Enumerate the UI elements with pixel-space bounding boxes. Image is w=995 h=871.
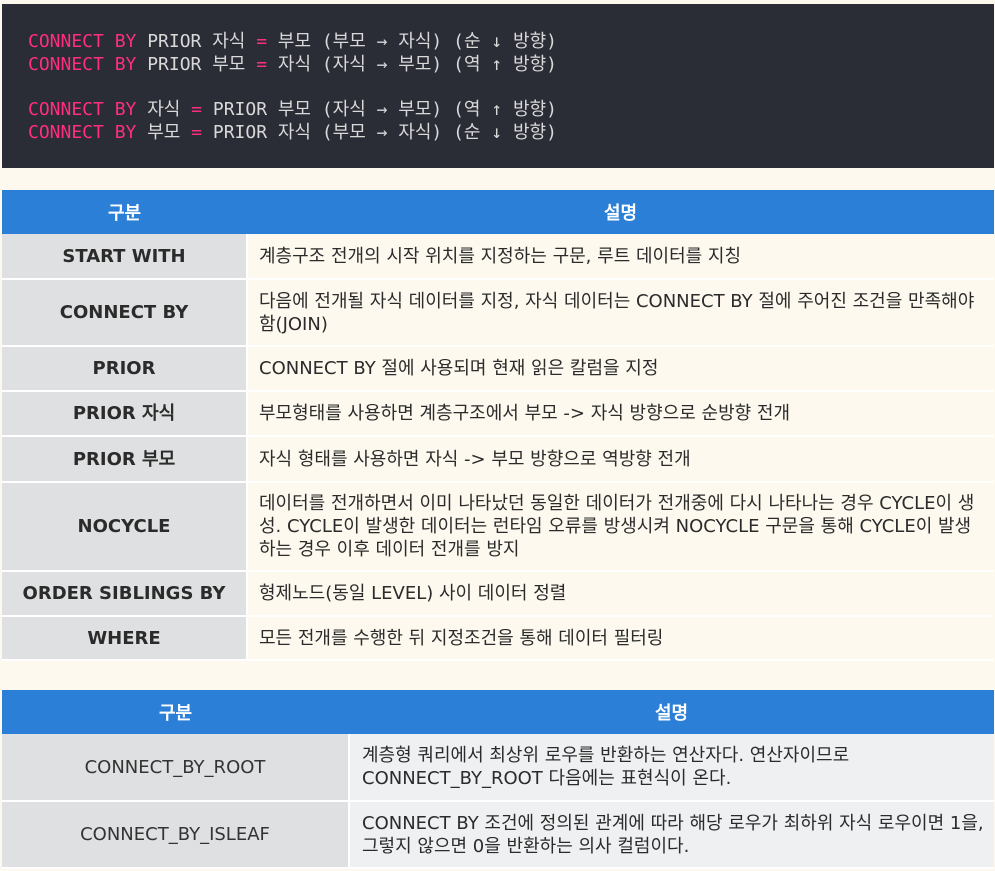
row-description: 부모형태를 사용하면 계층구조에서 부모 -> 자식 방향으로 순방향 전개 <box>247 391 994 437</box>
code-line-4: CONNECT BY 부모 = PRIOR 자식 (부모 → 자식) (순 ↓ … <box>28 121 994 144</box>
code-token: = <box>256 31 268 52</box>
column-header-category: 구분 <box>2 690 349 734</box>
pseudo-column-table: 구분 설명 CONNECT_BY_ROOT 계층형 쿼리에서 최상위 로우를 반… <box>2 690 994 869</box>
row-key: CONNECT_BY_ISLEAF <box>2 801 350 869</box>
code-token: PRIOR 자식 <box>136 31 257 52</box>
row-key: WHERE <box>2 616 248 661</box>
table-row: CONNECT_BY_ISLEAF CONNECT BY 조건에 정의된 관계에… <box>2 801 994 869</box>
row-key: ORDER SIBLINGS BY <box>2 571 248 617</box>
row-description: 계층구조 전개의 시작 위치를 지정하는 구문, 루트 데이터를 지칭 <box>247 234 994 280</box>
row-key: NOCYCLE <box>2 482 248 572</box>
row-description: 모든 전개를 수행한 뒤 지정조건을 통해 데이터 필터링 <box>247 616 994 661</box>
row-description: CONNECT BY 조건에 정의된 관계에 따라 해당 로우가 최하위 자식 … <box>349 801 994 869</box>
code-block: CONNECT BY PRIOR 자식 = 부모 (부모 → 자식) (순 ↓ … <box>2 4 994 168</box>
code-token: = <box>191 122 203 143</box>
column-header-description: 설명 <box>247 190 994 234</box>
code-token: CONNECT BY <box>28 54 137 75</box>
row-description: 다음에 전개될 자식 데이터를 지정, 자식 데이터는 CONNECT BY 절… <box>247 279 994 347</box>
code-token: 부모 (부모 → 자식) (순 ↓ 방향) <box>267 31 557 52</box>
code-token: 자식 <box>136 99 192 120</box>
code-token: 부모 <box>136 122 192 143</box>
table-row: WHERE 모든 전개를 수행한 뒤 지정조건을 통해 데이터 필터링 <box>2 616 994 661</box>
table-row: CONNECT_BY_ROOT 계층형 쿼리에서 최상위 로우를 반환하는 연산… <box>2 734 994 802</box>
row-description: 계층형 쿼리에서 최상위 로우를 반환하는 연산자다. 연산자이므로 CONNE… <box>349 734 994 802</box>
code-token: CONNECT BY <box>28 31 137 52</box>
code-line-3: CONNECT BY 자식 = PRIOR 부모 (자식 → 부모) (역 ↑ … <box>28 98 994 121</box>
row-key: PRIOR <box>2 346 248 392</box>
code-token: PRIOR 자식 (부모 → 자식) (순 ↓ 방향) <box>202 122 557 143</box>
table-row: PRIOR 부모 자식 형태를 사용하면 자식 -> 부모 방향으로 역방향 전… <box>2 436 994 483</box>
row-description: CONNECT BY 절에 사용되며 현재 읽은 칼럼을 지정 <box>247 346 994 392</box>
table-row: START WITH 계층구조 전개의 시작 위치를 지정하는 구문, 루트 데… <box>2 234 994 280</box>
code-gap <box>28 76 994 98</box>
code-token: PRIOR 부모 (자식 → 부모) (역 ↑ 방향) <box>202 99 557 120</box>
code-token: CONNECT BY <box>28 122 137 143</box>
code-token: = <box>256 54 268 75</box>
table-row: CONNECT BY 다음에 전개될 자식 데이터를 지정, 자식 데이터는 C… <box>2 279 994 347</box>
code-line-1: CONNECT BY PRIOR 자식 = 부모 (부모 → 자식) (순 ↓ … <box>28 30 994 53</box>
table-header-row: 구분 설명 <box>2 690 994 734</box>
code-line-2: CONNECT BY PRIOR 부모 = 자식 (자식 → 부모) (역 ↑ … <box>28 53 994 76</box>
row-key: PRIOR 부모 <box>2 436 248 483</box>
table-row: NOCYCLE 데이터를 전개하면서 이미 나타났던 동일한 데이터가 전개중에… <box>2 482 994 572</box>
row-key: START WITH <box>2 234 248 280</box>
row-key: CONNECT BY <box>2 279 248 347</box>
column-header-category: 구분 <box>2 190 247 234</box>
row-description: 형제노드(동일 LEVEL) 사이 데이터 정렬 <box>247 571 994 617</box>
row-description: 데이터를 전개하면서 이미 나타났던 동일한 데이터가 전개중에 다시 나타나는… <box>247 482 994 572</box>
row-key: CONNECT_BY_ROOT <box>2 734 350 802</box>
code-token: PRIOR 부모 <box>136 54 257 75</box>
row-key: PRIOR 자식 <box>2 391 248 437</box>
table-row: PRIOR 자식 부모형태를 사용하면 계층구조에서 부모 -> 자식 방향으로… <box>2 391 994 437</box>
table-row: ORDER SIBLINGS BY 형제노드(동일 LEVEL) 사이 데이터 … <box>2 571 994 617</box>
hierarchy-clause-table: 구분 설명 START WITH 계층구조 전개의 시작 위치를 지정하는 구문… <box>2 190 994 661</box>
code-token: CONNECT BY <box>28 99 137 120</box>
table-row: PRIOR CONNECT BY 절에 사용되며 현재 읽은 칼럼을 지정 <box>2 346 994 392</box>
column-header-description: 설명 <box>349 690 994 734</box>
table-header-row: 구분 설명 <box>2 190 994 234</box>
row-description: 자식 형태를 사용하면 자식 -> 부모 방향으로 역방향 전개 <box>247 436 994 483</box>
code-token: 자식 (자식 → 부모) (역 ↑ 방향) <box>267 54 557 75</box>
code-token: = <box>191 99 203 120</box>
